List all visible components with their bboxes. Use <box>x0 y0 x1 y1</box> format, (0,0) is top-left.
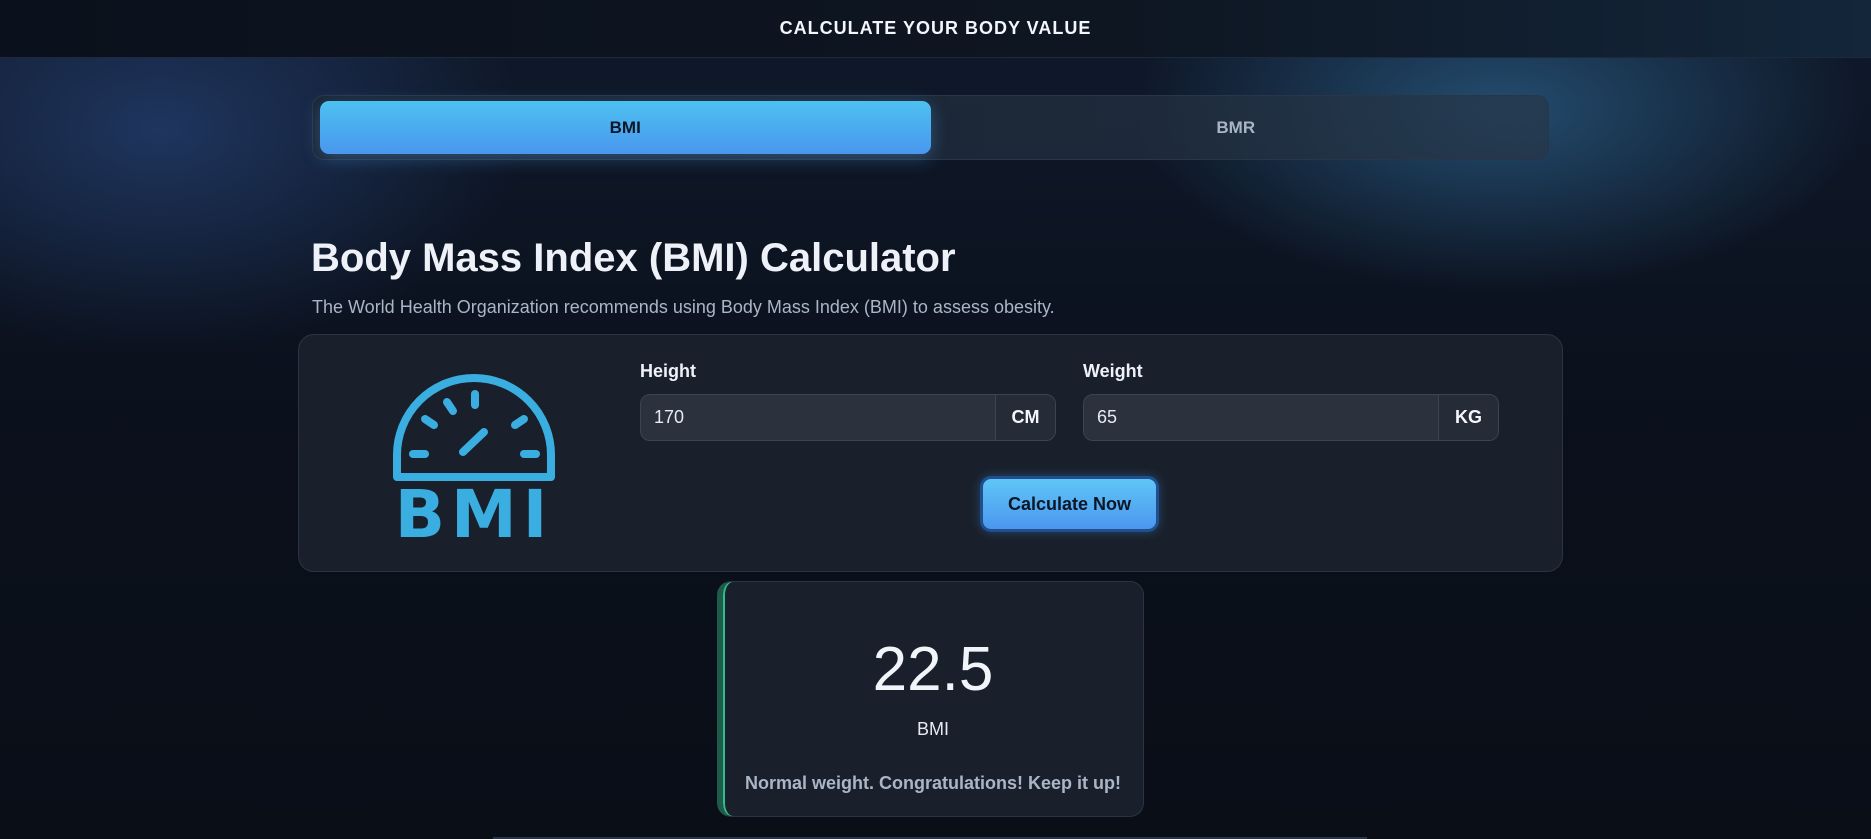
calculate-now-button[interactable]: Calculate Now <box>980 476 1159 532</box>
height-label: Height <box>640 361 696 381</box>
bmi-form-card: BMI Height CM Weight KG Calculate Now <box>298 334 1563 572</box>
page-header-title: CALCULATE YOUR BODY VALUE <box>779 18 1092 38</box>
weight-unit: KG <box>1438 395 1498 440</box>
page-title: Body Mass Index (BMI) Calculator <box>311 236 956 280</box>
page-subtitle: The World Health Organization recommends… <box>312 297 1055 317</box>
height-unit: CM <box>995 395 1055 440</box>
bmi-logo-text: BMI <box>395 476 554 543</box>
tab-bmi[interactable]: BMI <box>320 101 931 154</box>
bmi-gauge-icon: BMI <box>393 374 555 543</box>
weight-label: Weight <box>1083 361 1143 381</box>
weight-input[interactable] <box>1084 395 1438 440</box>
calculator-tabs: BMI BMR <box>312 95 1549 160</box>
height-input[interactable] <box>641 395 995 440</box>
result-card: 22.5 BMI Normal weight. Congratulations!… <box>717 581 1144 817</box>
height-field: CM <box>640 394 1056 441</box>
bmi-result-unit: BMI <box>916 719 949 739</box>
top-bar: CALCULATE YOUR BODY VALUE <box>0 0 1871 58</box>
bmi-result-message: Normal weight. Congratulations! Keep it … <box>744 773 1121 793</box>
tab-bmr[interactable]: BMR <box>931 101 1542 154</box>
bmi-result-value: 22.5 <box>872 635 994 704</box>
weight-field: KG <box>1083 394 1499 441</box>
